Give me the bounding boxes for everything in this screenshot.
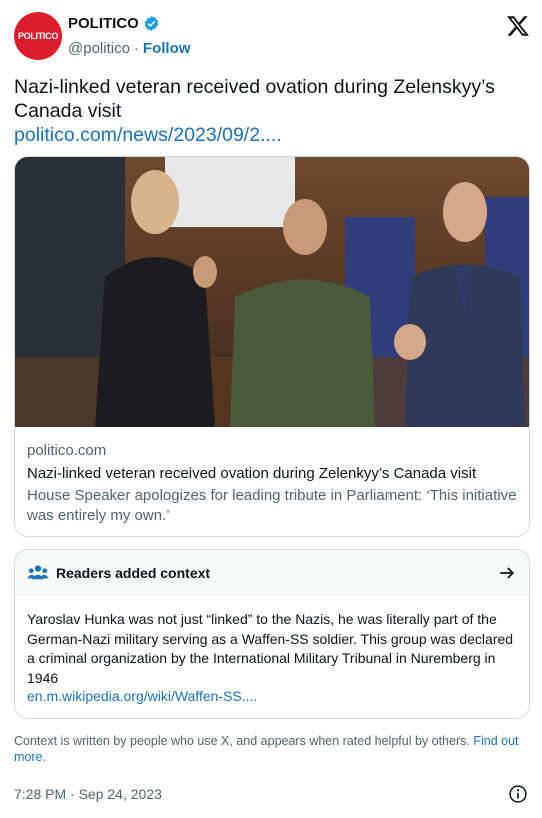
handle-row: @politico · Follow: [68, 40, 190, 57]
user-handle[interactable]: @politico: [68, 40, 130, 57]
people-icon: [27, 565, 49, 580]
tweet-text: Nazi-linked veteran received ovation dur…: [14, 76, 495, 122]
x-logo-icon[interactable]: [506, 14, 530, 38]
footnote-text: Context is written by people who use X, …: [14, 734, 470, 748]
community-note-body: Yaroslav Hunka was not just “linked” to …: [27, 611, 514, 686]
follow-button[interactable]: Follow: [143, 40, 191, 57]
link-preview-card[interactable]: politico.com Nazi-linked veteran receive…: [14, 156, 530, 537]
name-row: POLITICO: [68, 15, 160, 32]
tweet-link[interactable]: politico.com/news/2023/09/2....: [14, 124, 282, 147]
verified-badge-icon: [144, 16, 159, 31]
community-note-title: Readers added context: [56, 565, 211, 581]
card-image: [15, 157, 529, 427]
info-icon[interactable]: [508, 784, 528, 804]
context-footnote: Context is written by people who use X, …: [14, 733, 530, 765]
card-description: House Speaker apologizes for leading tri…: [27, 487, 517, 524]
card-title: Nazi-linked veteran received ovation dur…: [27, 465, 477, 482]
tweet-timestamp[interactable]: 7:28 PM · Sep 24, 2023: [14, 786, 162, 802]
avatar[interactable]: POLITICO: [14, 12, 62, 60]
community-note-link[interactable]: en.m.wikipedia.org/wiki/Waffen-SS....: [27, 688, 257, 704]
tweet-header: POLITICO POLITICO @politico · Follow: [14, 12, 530, 62]
community-note: Readers added context Yaroslav Hunka was…: [14, 549, 530, 719]
separator-dot: ·: [133, 40, 139, 57]
arrow-right-icon[interactable]: [497, 563, 517, 583]
card-domain: politico.com: [27, 442, 107, 459]
photo-parliament-ovation-icon: [15, 157, 529, 427]
community-note-header[interactable]: Readers added context: [15, 550, 529, 596]
card-meta: politico.com Nazi-linked veteran receive…: [27, 441, 517, 526]
avatar-logo-text: POLITICO: [17, 31, 59, 41]
display-name[interactable]: POLITICO: [68, 15, 139, 32]
